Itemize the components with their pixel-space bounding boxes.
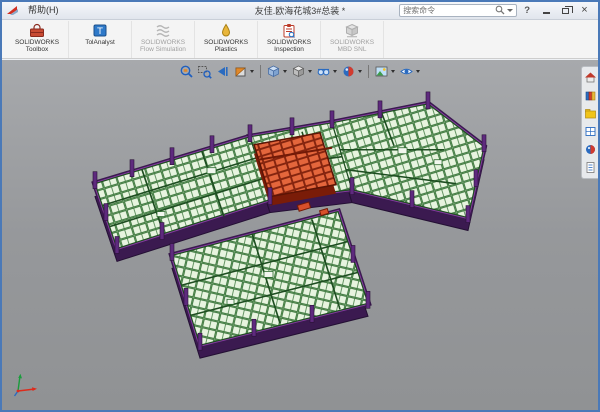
search-icon[interactable] xyxy=(495,5,505,17)
appearances-icon[interactable] xyxy=(584,143,597,156)
mbd-snl-icon xyxy=(344,23,360,38)
toolbar-separator xyxy=(368,65,369,78)
graphics-viewport[interactable] xyxy=(2,60,598,410)
ribbon-button-mbd-snl: SOLIDWORKS MBD SNL xyxy=(321,21,384,58)
title-bar: 帮助(H) 友佳.欧海花城3#总装 * ? xyxy=(2,2,598,20)
ribbon-button-inspection[interactable]: SOLIDWORKS Inspection xyxy=(258,21,321,58)
titlebar-right-group: ? × xyxy=(399,3,594,18)
apply-scene-icon[interactable] xyxy=(373,63,390,80)
command-search[interactable] xyxy=(399,4,517,17)
formwork-model[interactable] xyxy=(2,60,598,410)
document-title: 友佳.欧海花城3#总装 * xyxy=(255,4,346,17)
ribbon-button-label: SOLIDWORKS Inspection xyxy=(258,39,320,53)
ribbon-button-flow-simulation: SOLIDWORKS Flow Simulation xyxy=(132,21,195,58)
origin-triad xyxy=(12,370,40,403)
display-style-dropdown-icon[interactable] xyxy=(308,70,312,73)
section-view-icon[interactable] xyxy=(232,63,249,80)
help-button[interactable]: ? xyxy=(522,5,532,16)
inspection-icon xyxy=(281,23,297,38)
ribbon-button-label: SOLIDWORKS Plastics xyxy=(195,39,257,53)
ribbon-button-tolanalyst[interactable]: T TolAnalyst xyxy=(69,21,132,58)
heads-up-view-toolbar xyxy=(178,63,422,80)
ribbon-button-label: SOLIDWORKS Toolbox xyxy=(6,39,68,53)
ribbon-button-solidworks-toolbox[interactable]: SOLIDWORKS Toolbox xyxy=(6,21,69,58)
view-orientation-dropdown-icon[interactable] xyxy=(283,70,287,73)
edit-appearance-dropdown-icon[interactable] xyxy=(358,70,362,73)
search-input[interactable] xyxy=(403,6,493,15)
zoom-to-fit-icon[interactable] xyxy=(178,63,195,80)
section-view-dropdown-icon[interactable] xyxy=(250,70,254,73)
tolanalyst-icon: T xyxy=(92,23,108,38)
view-settings-dropdown-icon[interactable] xyxy=(416,70,420,73)
solidworks-window: 帮助(H) 友佳.欧海花城3#总装 * ? xyxy=(0,0,600,412)
menu-help[interactable]: 帮助(H) xyxy=(22,2,65,19)
design-library-icon[interactable] xyxy=(584,89,597,102)
display-style-icon[interactable] xyxy=(290,63,307,80)
svg-text:T: T xyxy=(96,27,103,37)
edit-appearance-icon[interactable] xyxy=(340,63,357,80)
task-pane-tabs xyxy=(581,66,598,179)
toolbar-separator xyxy=(260,65,261,78)
plastics-icon xyxy=(218,23,234,38)
addins-ribbon: SOLIDWORKS Toolbox T TolAnalyst SOLIDWOR… xyxy=(2,20,598,59)
restore-icon xyxy=(562,8,569,14)
ribbon-button-label: SOLIDWORKS MBD SNL xyxy=(321,39,383,53)
view-palette-icon[interactable] xyxy=(584,125,597,138)
solidworks-logo xyxy=(6,5,19,16)
hide-show-items-dropdown-icon[interactable] xyxy=(333,70,337,73)
previous-view-icon[interactable] xyxy=(214,63,231,80)
ribbon-button-label: TolAnalyst xyxy=(83,39,117,46)
custom-properties-icon[interactable] xyxy=(584,161,597,174)
search-dropdown-icon[interactable] xyxy=(507,9,513,12)
window-controls: × xyxy=(537,3,594,18)
close-icon: × xyxy=(581,5,587,16)
resources-icon[interactable] xyxy=(584,71,597,84)
ribbon-button-plastics[interactable]: SOLIDWORKS Plastics xyxy=(195,21,258,58)
file-explorer-icon[interactable] xyxy=(584,107,597,120)
apply-scene-dropdown-icon[interactable] xyxy=(391,70,395,73)
view-orientation-icon[interactable] xyxy=(265,63,282,80)
ribbon-button-label: SOLIDWORKS Flow Simulation xyxy=(132,39,194,53)
hide-show-items-icon[interactable] xyxy=(315,63,332,80)
restore-button[interactable] xyxy=(556,3,575,18)
minimize-icon xyxy=(543,12,550,14)
minimize-button[interactable] xyxy=(537,3,556,18)
view-settings-icon[interactable] xyxy=(398,63,415,80)
zoom-to-area-icon[interactable] xyxy=(196,63,213,80)
flow-simulation-icon xyxy=(155,23,171,38)
close-button[interactable]: × xyxy=(575,3,594,18)
toolbox-icon xyxy=(29,23,45,38)
